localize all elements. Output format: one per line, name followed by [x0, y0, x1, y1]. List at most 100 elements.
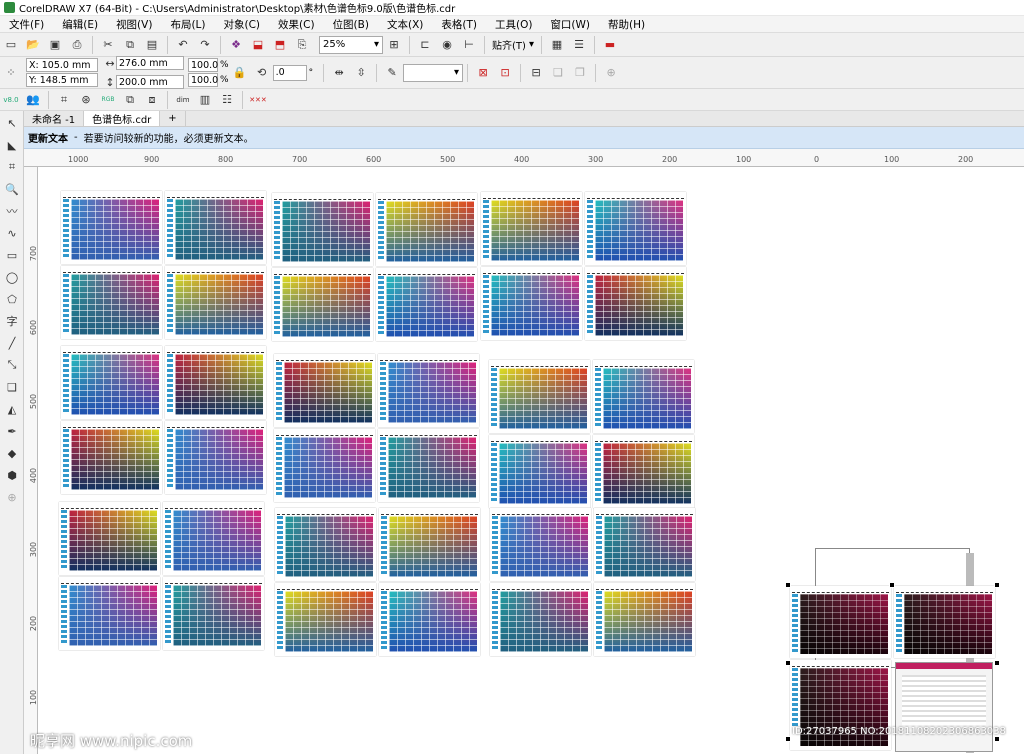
color-chart-card[interactable] [165, 191, 266, 264]
color-chart-card[interactable] [489, 360, 590, 433]
color-chart-card[interactable] [481, 192, 582, 265]
menu-text[interactable]: 文本(X) [378, 17, 432, 32]
rotate-icon[interactable]: ⟲ [253, 64, 271, 82]
dimension-icon[interactable]: dim [174, 91, 192, 109]
artistic-media-tool-icon[interactable]: ∿ [2, 223, 22, 243]
eyedropper-tool-icon[interactable]: ✒ [2, 421, 22, 441]
lock-ratio-icon[interactable]: 🔒 [231, 64, 249, 82]
color-chart-card[interactable] [163, 577, 264, 650]
color-chart-card[interactable] [59, 502, 160, 575]
color-chart-card[interactable] [594, 508, 695, 581]
cut-icon[interactable]: ✂ [99, 36, 117, 54]
freehand-tool-icon[interactable]: 〰 [2, 201, 22, 221]
smart-fill-tool-icon[interactable]: ⬢ [2, 465, 22, 485]
menu-bitmaps[interactable]: 位图(B) [324, 17, 378, 32]
crop-marks-icon[interactable]: ⌗ [55, 91, 73, 109]
version-icon[interactable]: v 8.0 [2, 91, 20, 109]
undo-icon[interactable]: ↶ [174, 36, 192, 54]
break-apart-icon[interactable]: ⊠ [474, 64, 492, 82]
new-document-icon[interactable]: ▭ [2, 36, 20, 54]
color-chart-card[interactable] [165, 346, 266, 419]
delete-macro-icon[interactable]: ✕✕✕ [249, 91, 267, 109]
print-icon[interactable]: ⎙ [68, 36, 86, 54]
x-position-field[interactable]: X: 105.0 mm [26, 58, 98, 72]
rulers-icon[interactable]: ⊏ [416, 36, 434, 54]
menu-effects[interactable]: 效果(C) [269, 17, 324, 32]
selection-handle[interactable] [889, 582, 895, 588]
color-chart-card[interactable] [894, 586, 995, 658]
color-chart-card[interactable] [593, 360, 694, 433]
zoom-level-select[interactable]: 25% ▾ [319, 35, 383, 54]
interactive-fill-tool-icon[interactable]: ◆ [2, 443, 22, 463]
ellipse-tool-icon[interactable]: ◯ [2, 267, 22, 287]
tab-color-chart[interactable]: 色谱色标.cdr [84, 111, 161, 126]
color-chart-card[interactable] [163, 502, 264, 575]
layers-icon[interactable]: ☷ [218, 91, 236, 109]
users-icon[interactable]: 👥 [24, 91, 42, 109]
menu-edit[interactable]: 编辑(E) [53, 17, 107, 32]
paste-icon[interactable]: ▤ [143, 36, 161, 54]
barcode-icon[interactable]: ▥ [196, 91, 214, 109]
save-icon[interactable]: ▣ [46, 36, 64, 54]
color-chart-card[interactable] [593, 435, 694, 508]
add-icon[interactable]: ⊕ [602, 64, 620, 82]
copy-icon[interactable]: ⧉ [121, 36, 139, 54]
transparency-tool-icon[interactable]: ◭ [2, 399, 22, 419]
tab-untitled[interactable]: 未命名 -1 [24, 111, 85, 126]
color-chart-card[interactable] [165, 266, 266, 339]
dimension-tool-icon[interactable]: ╱ [2, 333, 22, 353]
color-chart-card[interactable] [378, 429, 479, 502]
color-chart-card[interactable] [61, 191, 162, 264]
menu-tools[interactable]: 工具(O) [486, 17, 541, 32]
color-chart-card[interactable] [378, 354, 479, 427]
color-chart-card[interactable] [274, 354, 375, 427]
color-chart-card[interactable] [490, 583, 591, 656]
color-chart-card[interactable] [61, 346, 162, 419]
add-tool-icon[interactable]: ⊕ [2, 487, 22, 507]
menu-layout[interactable]: 布局(L) [161, 17, 214, 32]
color-chart-card[interactable] [275, 508, 376, 581]
selection-handle[interactable] [785, 736, 791, 742]
outline-width-select[interactable]: ▾ [403, 63, 464, 82]
color-chart-card[interactable] [61, 266, 162, 339]
color-chart-card[interactable] [594, 583, 695, 656]
color-chart-card[interactable] [272, 193, 373, 266]
full-screen-icon[interactable]: ⊞ [385, 36, 403, 54]
rotation-angle-field[interactable]: .0 [272, 64, 307, 81]
crop-tool-icon[interactable]: ⌗ [2, 157, 22, 177]
menu-help[interactable]: 帮助(H) [599, 17, 654, 32]
application-launcher-icon[interactable]: ▬ [601, 36, 619, 54]
selection-handle[interactable] [994, 660, 1000, 666]
text-tool-icon[interactable]: 字 [2, 311, 22, 331]
color-chart-card[interactable] [585, 267, 686, 340]
rectangle-tool-icon[interactable]: ▭ [2, 245, 22, 265]
view-icon[interactable]: ◉ [438, 36, 456, 54]
notice-text[interactable]: 若要访问较新的功能，必须更新文本。 [84, 130, 254, 145]
color-chart-card[interactable] [274, 429, 375, 502]
registration-icon[interactable]: ⊛ [77, 91, 95, 109]
color-chart-card[interactable] [275, 583, 376, 656]
color-chart-card[interactable] [165, 421, 266, 494]
color-chart-card[interactable] [490, 508, 591, 581]
rgb-cmyk-icon[interactable]: RGB [99, 91, 117, 109]
y-position-field[interactable]: Y: 148.5 mm [26, 73, 98, 87]
paste-object-icon[interactable]: ⧈ [143, 91, 161, 109]
options-icon[interactable]: ☰ [570, 36, 588, 54]
selection-handle[interactable] [994, 582, 1000, 588]
scale-y-field[interactable]: 100.0 [188, 73, 218, 87]
mirror-vertical-icon[interactable]: ⇳ [352, 64, 370, 82]
color-chart-card[interactable] [481, 267, 582, 340]
color-chart-card[interactable] [585, 192, 686, 265]
vertical-ruler[interactable]: 700 600 500 400 300 200 100 [24, 167, 38, 754]
new-tab-plus-icon[interactable]: + [160, 111, 186, 126]
color-chart-card[interactable] [61, 421, 162, 494]
mirror-horizontal-icon[interactable]: ⇹ [330, 64, 348, 82]
open-folder-icon[interactable]: 📂 [24, 36, 42, 54]
to-front-icon[interactable]: ❏ [549, 64, 567, 82]
color-chart-card[interactable] [379, 508, 480, 581]
polygon-tool-icon[interactable]: ⬠ [2, 289, 22, 309]
connector-tool-icon[interactable]: ⤡ [2, 355, 22, 375]
drop-shadow-tool-icon[interactable]: ❑ [2, 377, 22, 397]
to-back-icon[interactable]: ❐ [571, 64, 589, 82]
wrap-text-icon[interactable]: ⊟ [527, 64, 545, 82]
